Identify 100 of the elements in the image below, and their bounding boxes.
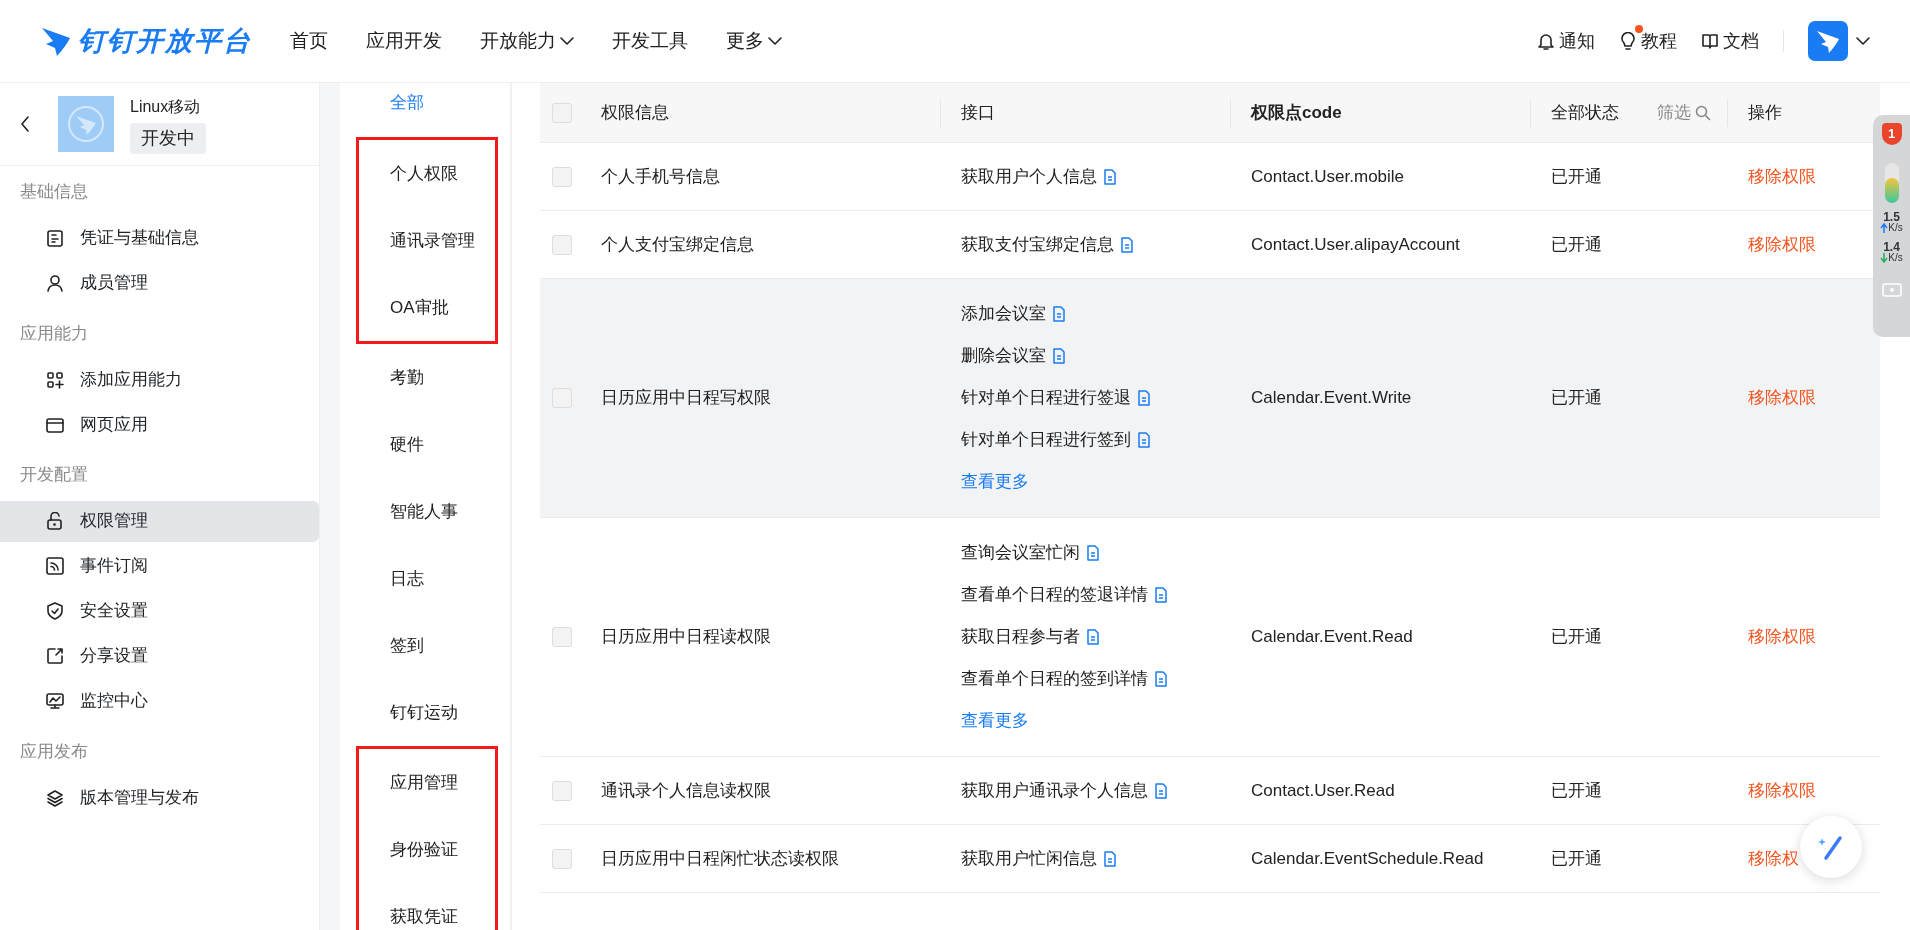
document-icon [1086, 545, 1100, 561]
select-all-checkbox[interactable] [552, 102, 572, 123]
sidebar-item[interactable]: 添加应用能力 [0, 359, 319, 400]
shield-check-icon [46, 602, 64, 620]
table-cell-text: Calendar.EventSchedule.Read [1251, 847, 1484, 870]
rss-feed-icon [46, 557, 64, 575]
nav-menu-item[interactable]: 更多 [726, 26, 782, 56]
nav-menu-item[interactable]: 开发工具 [612, 26, 688, 56]
document-icon [1154, 671, 1168, 687]
apps-grid-icon [46, 370, 64, 389]
column-header: 权限信息 [601, 101, 669, 124]
remove-permission-link[interactable]: 移除权限 [1748, 624, 1816, 650]
back-button[interactable] [20, 116, 30, 132]
category-tab[interactable]: OA审批 [359, 274, 495, 341]
category-tab[interactable]: 个人权限 [359, 140, 495, 207]
filter-button[interactable]: 筛选 [1657, 99, 1711, 126]
sidebar-item[interactable]: 分享设置 [0, 635, 319, 677]
sidebar-item[interactable]: 权限管理 [0, 500, 319, 542]
api-name: 添加会议室 [961, 303, 1046, 326]
row-checkbox[interactable] [552, 388, 572, 408]
category-tab[interactable]: 智能人事 [340, 478, 510, 545]
magic-wand-button[interactable] [1800, 816, 1862, 878]
category-tab[interactable]: 钉钉运动 [340, 679, 510, 746]
status-text: 已开通 [1551, 779, 1602, 802]
category-tab[interactable]: 硬件 [340, 411, 510, 478]
sidebar-item[interactable]: 成员管理 [0, 262, 319, 304]
bell-icon [1537, 31, 1555, 51]
nav-action-link[interactable]: 教程 [1619, 27, 1677, 55]
table-cell-text: 通讯录个人信息读权限 [601, 779, 771, 802]
sidebar-item[interactable]: 监控中心 [0, 680, 319, 722]
api-name: 查询会议室忙闲 [961, 542, 1080, 565]
account-menu-button[interactable] [1808, 21, 1870, 61]
status-text: 已开通 [1551, 233, 1602, 256]
document-icon [1120, 236, 1134, 253]
remove-permission-link[interactable]: 移除权限 [1748, 777, 1816, 804]
api-name: 针对单个日程进行签到 [961, 429, 1131, 452]
category-tab[interactable]: 考勤 [340, 344, 510, 411]
api-name: 获取用户忙闲信息 [961, 847, 1097, 870]
chevron-down-icon [560, 36, 574, 46]
category-tab[interactable]: 全部 [340, 85, 510, 121]
arrow-down-icon [1880, 253, 1889, 263]
table-cell-text: Calendar.Event.Read [1251, 626, 1413, 649]
table-cell-text: 个人支付宝绑定信息 [601, 233, 754, 256]
document-icon [1154, 587, 1168, 603]
table-cell-text: Calendar.Event.Write [1251, 387, 1412, 410]
remove-permission-link[interactable]: 移除权限 [1748, 231, 1816, 258]
category-tab[interactable]: 签到 [340, 612, 510, 679]
shield-badge: 1 [1881, 123, 1902, 145]
status-tag: 开发中 [130, 122, 206, 154]
row-checkbox[interactable] [552, 848, 572, 869]
row-checkbox[interactable] [552, 166, 572, 187]
row-checkbox[interactable] [552, 627, 572, 647]
sidebar-item[interactable]: 网页应用 [0, 404, 319, 445]
nav-menu-item[interactable]: 应用开发 [366, 26, 442, 56]
speed-value: 1.5 [1883, 211, 1900, 223]
remove-permission-link[interactable]: 移除权 [1748, 845, 1799, 872]
api-name: 针对单个日程进行签退 [961, 387, 1131, 410]
share-external-icon [46, 647, 64, 665]
api-name: 获取用户个人信息 [961, 165, 1097, 188]
chevron-down-icon [1856, 36, 1870, 46]
row-checkbox[interactable] [552, 780, 572, 801]
status-text: 已开通 [1551, 387, 1602, 410]
logo-text[interactable]: 钉钉开放平台 [78, 20, 252, 62]
table-cell-text: Contact.User.alipayAccount [1251, 233, 1460, 256]
table-cell-text: Contact.User.Read [1251, 779, 1395, 802]
nav-menu-item[interactable]: 首页 [290, 26, 328, 56]
category-tab[interactable]: 日志 [340, 545, 510, 612]
status-text: 已开通 [1551, 626, 1602, 649]
document-icon [1052, 306, 1066, 322]
notification-dot [1635, 24, 1643, 33]
api-name: 查看单个日程的签到详情 [961, 668, 1148, 691]
category-tab[interactable]: 身份验证 [359, 816, 495, 883]
table-cell-text: 日历应用中日程闲忙状态读权限 [601, 847, 839, 870]
document-icon [1137, 432, 1151, 448]
layers-icon [46, 788, 64, 807]
app-avatar-icon [1808, 21, 1848, 61]
lightbulb-icon [1619, 31, 1637, 51]
sidebar-item[interactable]: 安全设置 [0, 590, 319, 632]
table-cell-text: 日历应用中日程读权限 [601, 626, 771, 649]
section-heading: 应用能力 [19, 322, 89, 345]
view-more-link[interactable]: 查看更多 [961, 700, 1029, 742]
category-tab[interactable]: 通讯录管理 [359, 207, 495, 274]
speed-unit: K/s [1888, 223, 1903, 233]
section-heading: 基础信息 [19, 181, 89, 203]
nav-action-link[interactable]: 通知 [1537, 27, 1595, 55]
view-more-link[interactable]: 查看更多 [961, 461, 1029, 503]
category-tab[interactable]: 应用管理 [359, 749, 495, 816]
sidebar-item[interactable]: 事件订阅 [0, 545, 319, 587]
nav-menu-item[interactable]: 开放能力 [480, 26, 574, 56]
app-name: Linux移动 [130, 96, 201, 117]
row-checkbox[interactable] [552, 234, 572, 255]
sidebar-item[interactable]: 凭证与基础信息 [0, 217, 319, 259]
remove-permission-link[interactable]: 移除权限 [1748, 163, 1816, 190]
arrow-up-icon [1880, 223, 1889, 233]
category-tab[interactable]: 获取凭证 [359, 883, 495, 930]
sidebar-item[interactable]: 版本管理与发布 [0, 777, 319, 818]
browser-window-icon [46, 415, 64, 434]
nav-action-link[interactable]: 文档 [1701, 27, 1759, 55]
column-header: 全部状态 [1551, 101, 1619, 124]
section-heading: 开发配置 [19, 464, 89, 486]
